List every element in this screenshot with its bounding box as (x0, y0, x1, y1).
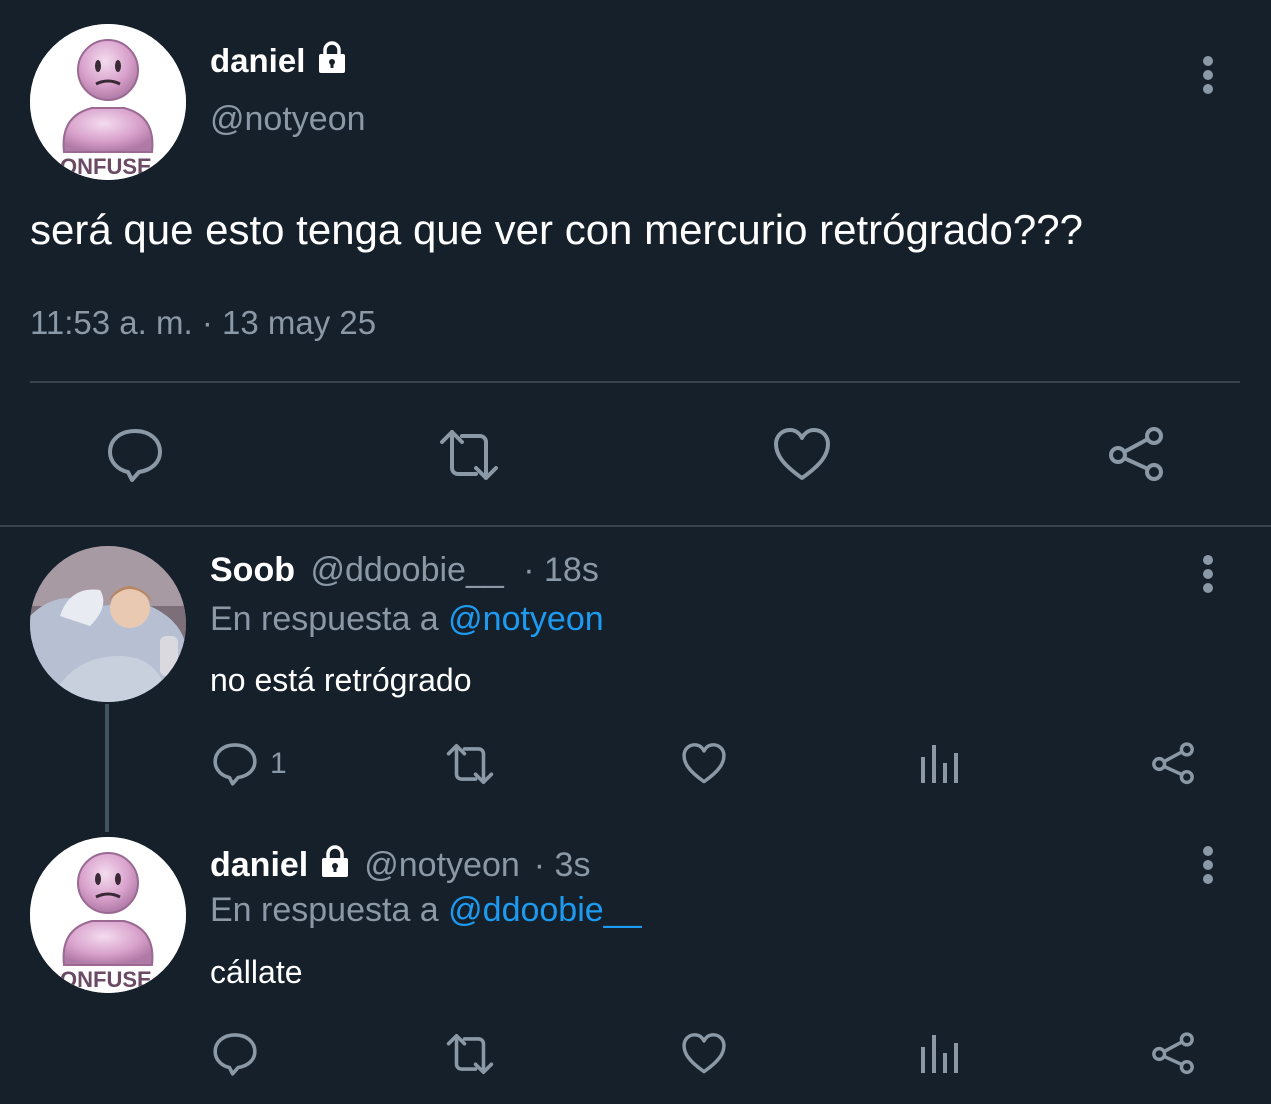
like-icon (682, 743, 726, 784)
like-button[interactable] (681, 741, 727, 787)
avatar-caption: ONFUSE (60, 154, 152, 179)
soob-avatar-photo (30, 546, 186, 702)
like-button[interactable] (772, 426, 832, 484)
retweet-button[interactable] (443, 741, 497, 787)
like-icon (682, 1033, 726, 1074)
retweet-button[interactable] (443, 1031, 497, 1077)
share-button[interactable] (1106, 426, 1166, 484)
bar-chart-icon (921, 745, 958, 783)
avatar[interactable]: ONFUSE (30, 837, 186, 993)
reply-count: 1 (270, 747, 287, 780)
avatar[interactable] (30, 546, 186, 702)
share-button[interactable] (1150, 741, 1196, 787)
reply-icon (213, 1033, 257, 1076)
reply-context: En respuesta a @notyeon (210, 600, 604, 639)
share-button[interactable] (1150, 1031, 1196, 1077)
tweet-text: no está retrógrado (210, 662, 472, 698)
tweet-text: será que esto tenga que ver con mercurio… (30, 206, 1083, 253)
more-icon[interactable] (1202, 555, 1214, 597)
tweet-time[interactable]: · 3s (534, 846, 591, 885)
handle[interactable]: @notyeon (210, 100, 366, 139)
reply-context: En respuesta a @ddoobie__ (210, 891, 642, 930)
divider (30, 381, 1240, 383)
retweet-icon (446, 743, 494, 785)
lock-icon (318, 844, 352, 887)
tweet-detail-page: ONFUSE daniel @notyeon será que esto ten… (0, 0, 1271, 1104)
divider (0, 525, 1271, 527)
reply-button[interactable]: 1 (212, 741, 287, 787)
tweet-text: cállate (210, 954, 303, 990)
more-icon[interactable] (1202, 846, 1214, 888)
avatar-caption: ONFUSE (60, 967, 152, 992)
confused-avatar-image: ONFUSE (30, 24, 186, 180)
tweet-header: Soob @ddoobie__ · 18s (210, 551, 599, 590)
reply-button[interactable] (106, 426, 164, 484)
avatar[interactable]: ONFUSE (30, 24, 186, 180)
retweet-button[interactable] (436, 426, 502, 484)
handle[interactable]: @ddoobie__ (310, 551, 503, 589)
more-icon[interactable] (1202, 56, 1214, 98)
reply-prefix: En respuesta a (210, 600, 439, 638)
handle[interactable]: @notyeon (364, 846, 520, 885)
display-name[interactable]: Soob (210, 551, 295, 589)
reply-icon (108, 429, 162, 482)
tweet-time[interactable]: · 18s (523, 551, 599, 589)
reply-button[interactable] (212, 1031, 258, 1077)
retweet-icon (446, 1033, 494, 1075)
retweet-icon (440, 430, 498, 480)
thread-line (105, 704, 109, 832)
reply-icon (213, 743, 257, 786)
share-icon (1152, 742, 1194, 785)
share-icon (1152, 1032, 1194, 1075)
share-icon (1109, 427, 1163, 481)
display-name-text: daniel (210, 42, 306, 79)
tweet-header: daniel @notyeon · 3s (210, 844, 590, 887)
views-button[interactable] (918, 741, 960, 787)
bar-chart-icon (921, 1035, 958, 1073)
like-button[interactable] (681, 1031, 727, 1077)
views-button[interactable] (918, 1031, 960, 1077)
display-name[interactable]: daniel (210, 40, 349, 82)
like-icon (774, 428, 830, 480)
mention-link[interactable]: @ddoobie__ (448, 891, 641, 929)
lock-icon (315, 40, 349, 82)
timestamp[interactable]: 11:53 a. m. · 13 may 25 (30, 304, 376, 342)
confused-avatar-image: ONFUSE (30, 837, 186, 993)
reply-prefix: En respuesta a (210, 891, 439, 929)
display-name[interactable]: daniel (210, 846, 308, 885)
mention-link[interactable]: @notyeon (448, 600, 604, 638)
